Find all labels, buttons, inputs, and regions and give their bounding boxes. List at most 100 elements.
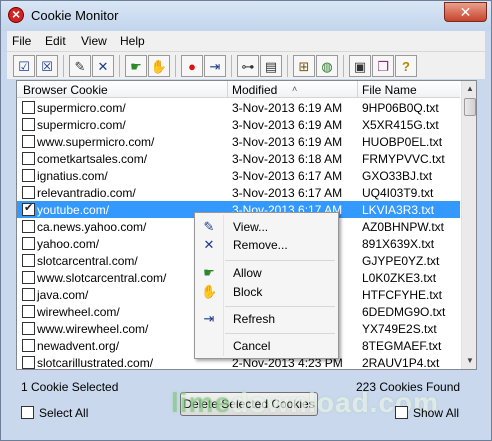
scroll-thumb[interactable] — [464, 98, 476, 116]
menu-bar: File Edit View Help — [7, 31, 485, 51]
table-row[interactable]: cometkartsales.com/3-Nov-2013 6:18 AM FRM… — [17, 150, 460, 167]
file-name-cell: L0K0ZKE3.txt — [362, 271, 437, 285]
row-checkbox[interactable] — [22, 271, 35, 284]
scroll-down-icon[interactable]: ▼ — [462, 353, 476, 369]
app-window: Cookie Monitor ✕ File Edit View Help ☑ ☒… — [0, 0, 492, 441]
row-checkbox[interactable] — [22, 237, 35, 250]
cookie-name-cell: supermicro.com/ — [37, 101, 126, 115]
table-row[interactable]: relevantradio.com/3-Nov-2013 6:17 AM UQ4I… — [17, 184, 460, 201]
column-header-file-name[interactable]: File Name — [362, 83, 417, 97]
block-icon[interactable]: ✋ — [148, 55, 170, 77]
title-bar[interactable]: Cookie Monitor ✕ — [1, 1, 491, 31]
remove-icon: ✕ — [203, 237, 215, 252]
modified-cell: 3-Nov-2013 6:19 AM — [232, 118, 343, 132]
log-icon[interactable]: ▤ — [260, 55, 282, 77]
cookie-name-cell: youtube.com/ — [37, 203, 110, 217]
row-checkbox[interactable] — [22, 201, 35, 216]
file-name-cell: 891X639X.txt — [362, 237, 435, 251]
deselect-icon[interactable]: ☒ — [36, 55, 58, 77]
column-divider[interactable] — [357, 81, 358, 98]
row-checkbox[interactable] — [22, 118, 35, 131]
table-row[interactable]: www.supermicro.com/3-Nov-2013 6:19 AM HUO… — [17, 133, 460, 150]
record-icon[interactable]: ● — [181, 55, 203, 77]
column-divider[interactable] — [227, 81, 228, 98]
cookie-name-cell: slotcarcentral.com/ — [37, 254, 138, 268]
context-item-label: Cancel — [233, 339, 271, 353]
menu-view[interactable]: View — [81, 34, 107, 48]
file-name-cell: 2RAUV1P4.txt — [362, 356, 440, 370]
context-item-remove[interactable]: ✕ Remove... — [197, 234, 336, 256]
context-item-refresh[interactable]: ⇥ Refresh — [197, 308, 336, 330]
toolbar-separator — [287, 55, 288, 77]
file-name-cell: HUOBP0EL.txt — [362, 135, 443, 149]
row-checkbox[interactable] — [22, 220, 35, 233]
row-checkbox[interactable] — [22, 322, 35, 335]
context-item-cancel[interactable]: Cancel — [197, 335, 336, 357]
file-name-cell: GJYPE0YZ.txt — [362, 254, 440, 268]
menu-edit[interactable]: Edit — [45, 34, 66, 48]
tree-icon[interactable]: ⊞ — [293, 55, 315, 77]
close-button[interactable]: ✕ — [444, 2, 487, 22]
cookie-monitor-icon[interactable] — [8, 6, 24, 23]
cookie-name-cell: java.com/ — [37, 288, 89, 302]
row-checkbox[interactable] — [22, 254, 35, 267]
select-all-checkbox[interactable] — [21, 406, 34, 419]
toolbar-separator — [63, 55, 64, 77]
edit-icon[interactable]: ✎ — [69, 55, 91, 77]
menu-file[interactable]: File — [12, 34, 31, 48]
modified-cell: 3-Nov-2013 6:17 AM — [232, 169, 343, 183]
toolbar-separator — [343, 55, 344, 77]
row-checkbox[interactable] — [22, 305, 35, 318]
list-header: Browser Cookie Modified ˄ File Name — [17, 81, 460, 98]
sort-ascending-icon: ˄ — [292, 84, 298, 94]
context-item-label: Block — [233, 285, 263, 299]
found-count-text: 223 Cookies Found — [356, 380, 461, 394]
globe-icon[interactable]: ◍ — [316, 55, 338, 77]
cookie-name-cell: www.slotcarcentral.com/ — [37, 271, 167, 285]
column-header-modified[interactable]: Modified — [232, 83, 277, 97]
allow-icon[interactable]: ☛ — [125, 55, 147, 77]
view-icon: ✎ — [203, 219, 215, 234]
select-all-icon[interactable]: ☑ — [13, 55, 35, 77]
refresh-icon[interactable]: ⇥ — [204, 55, 226, 77]
file-name-cell: 6DEDMG9O.txt — [362, 305, 446, 319]
vertical-scrollbar[interactable]: ▲ ▼ — [461, 81, 476, 369]
modified-cell: 3-Nov-2013 6:19 AM — [232, 101, 343, 115]
table-row[interactable]: ignatius.com/3-Nov-2013 6:17 AM GXO33BJ.t… — [17, 167, 460, 184]
table-row[interactable]: supermicro.com/3-Nov-2013 6:19 AM 9HP06B0… — [17, 99, 460, 116]
cookie-name-cell: newadvent.org/ — [37, 339, 120, 353]
cookie-name-cell: ca.news.yahoo.com/ — [37, 220, 147, 234]
show-all-checkbox[interactable] — [395, 406, 408, 419]
row-checkbox[interactable] — [22, 356, 35, 369]
table-row[interactable]: supermicro.com/3-Nov-2013 6:19 AM X5XR415… — [17, 116, 460, 133]
cookie-name-cell: cometkartsales.com/ — [37, 152, 148, 166]
toolbar-separator — [231, 55, 232, 77]
row-checkbox[interactable] — [22, 152, 35, 165]
file-name-cell: 9HP06B0Q.txt — [362, 101, 439, 115]
pin-icon[interactable]: ⊶ — [237, 55, 259, 77]
delete-selected-cookies-button[interactable]: Delete Selected Cookies — [180, 392, 318, 416]
scroll-up-icon[interactable]: ▲ — [462, 81, 476, 97]
show-all-label[interactable]: Show All — [413, 406, 459, 420]
menu-separator — [225, 260, 335, 261]
menu-separator — [225, 333, 335, 334]
file-name-cell: AZ0BHNPW.txt — [362, 220, 445, 234]
file-name-cell: HTFCFYHE.txt — [362, 288, 442, 302]
menu-help[interactable]: Help — [120, 34, 145, 48]
row-checkbox[interactable] — [22, 186, 35, 199]
row-checkbox[interactable] — [22, 339, 35, 352]
toolbar-separator — [119, 55, 120, 77]
row-checkbox[interactable] — [22, 169, 35, 182]
column-header-browser-cookie[interactable]: Browser Cookie — [23, 83, 108, 97]
book-icon[interactable]: ❐ — [372, 55, 394, 77]
row-checkbox[interactable] — [22, 288, 35, 301]
row-checkbox[interactable] — [22, 101, 35, 114]
select-all-label[interactable]: Select All — [39, 406, 88, 420]
row-checkbox[interactable] — [22, 135, 35, 148]
remove-icon[interactable]: ✕ — [92, 55, 114, 77]
context-item-label: Refresh — [233, 312, 276, 326]
properties-icon[interactable]: ▣ — [349, 55, 371, 77]
help-icon[interactable]: ? — [395, 55, 417, 77]
file-name-cell: GXO33BJ.txt — [362, 169, 433, 183]
context-item-block[interactable]: ✋ Block — [197, 281, 336, 303]
